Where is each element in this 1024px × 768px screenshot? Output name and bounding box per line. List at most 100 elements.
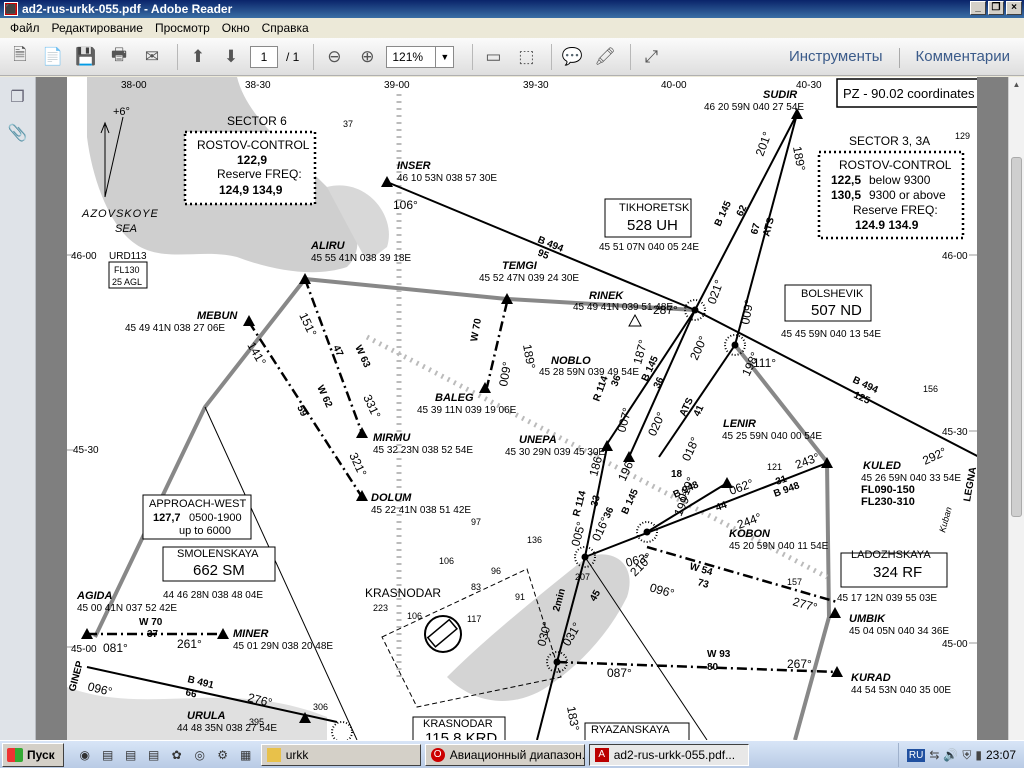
prev-page-button[interactable]: ⬆ bbox=[184, 43, 212, 71]
page-number-input[interactable]: 1 bbox=[250, 45, 278, 68]
comments-link[interactable]: Комментарии bbox=[916, 48, 1010, 68]
full-screen-button[interactable]: ⤢ bbox=[637, 43, 665, 71]
lat-label: 46-00 bbox=[942, 251, 968, 262]
route-label: W 63 bbox=[352, 344, 372, 370]
bearing-label: 018° bbox=[679, 435, 702, 464]
settings-icon[interactable]: ⚙ bbox=[214, 746, 232, 764]
waypoint-name: TEMGI bbox=[502, 260, 538, 272]
tools-link[interactable]: Инструменты bbox=[789, 48, 883, 68]
zoom-in-button[interactable]: ⊕ bbox=[353, 43, 381, 71]
close-button[interactable]: × bbox=[1006, 1, 1022, 15]
lat-label: 46-00 bbox=[71, 251, 97, 262]
pages-panel-button[interactable]: ❐ bbox=[5, 84, 31, 110]
menu-window[interactable]: Окно bbox=[216, 21, 256, 35]
signal-icon[interactable]: ▮ bbox=[975, 748, 982, 762]
maximize-button[interactable]: ❐ bbox=[988, 1, 1004, 15]
vertical-scrollbar[interactable]: ▲ bbox=[1008, 77, 1024, 740]
highlight-button[interactable]: 🖍 bbox=[591, 43, 619, 71]
opera-icon: O bbox=[430, 747, 445, 762]
menu-help[interactable]: Справка bbox=[256, 21, 315, 35]
navigation-pane: ❐ 📎 bbox=[0, 77, 36, 740]
zoom-out-button[interactable]: ⊖ bbox=[320, 43, 348, 71]
route-label: W 70 bbox=[469, 317, 484, 342]
lon-label: 39-30 bbox=[523, 80, 549, 91]
bearing-label: 081° bbox=[103, 641, 128, 655]
next-page-button[interactable]: ⬇ bbox=[217, 43, 245, 71]
comment-button[interactable]: 💬 bbox=[558, 43, 586, 71]
security-icon[interactable]: ⛨ bbox=[962, 748, 971, 763]
bearing-label: 243° bbox=[793, 450, 821, 472]
navaid-name: LADOZHSKAYA bbox=[851, 549, 931, 561]
kuled-level: FL230-310 bbox=[861, 496, 915, 508]
network-tray-icon[interactable]: ⇆ bbox=[929, 748, 939, 762]
waypoint-name: NOBLO bbox=[551, 355, 591, 367]
drive-icon[interactable]: ▤ bbox=[145, 746, 163, 764]
approach-west-hours: 0500-1900 bbox=[189, 512, 242, 524]
drive-icon[interactable]: ▤ bbox=[122, 746, 140, 764]
approach-west-limit: up to 6000 bbox=[179, 525, 231, 537]
sector6-reserve-freqs: 124,9 134,9 bbox=[219, 183, 283, 197]
lon-label: 38-00 bbox=[121, 80, 147, 91]
waypoint-name: MIRMU bbox=[373, 432, 411, 444]
navaid-coords: 45 45 59N 040 13 54E bbox=[781, 329, 881, 340]
network-icon[interactable]: ✿ bbox=[168, 746, 186, 764]
sea-label: SEA bbox=[115, 223, 137, 235]
taskbar-item-pdf[interactable]: A ad2-rus-urkk-055.pdf... bbox=[588, 743, 749, 766]
route-distance: 37 bbox=[147, 629, 159, 640]
language-indicator[interactable]: RU bbox=[906, 748, 926, 762]
waypoint-name: LENIR bbox=[723, 418, 756, 430]
window-title: ad2-rus-urkk-055.pdf - Adobe Reader bbox=[22, 2, 233, 16]
menu-edit[interactable]: Редактирование bbox=[46, 21, 149, 35]
waypoint-coords: 45 22 41N 038 51 42E bbox=[371, 505, 471, 516]
route-distance: 80 bbox=[707, 662, 719, 673]
menu-view[interactable]: Просмотр bbox=[149, 21, 216, 35]
document-area[interactable]: 38-00 38-30 39-00 39-30 40-00 40-30 46-0… bbox=[36, 77, 1008, 740]
waypoint-coords: 44 54 53N 040 35 00E bbox=[851, 685, 951, 696]
taskbar-item-opera[interactable]: O Авиационный диапазон... bbox=[424, 743, 585, 766]
waypoint-name: MINER bbox=[233, 628, 269, 640]
lon-label: 40-30 bbox=[796, 80, 822, 91]
waypoint-name: RINEK bbox=[589, 290, 624, 302]
printer-icon: 🖶 bbox=[110, 45, 128, 64]
fit-page-icon: ▭ bbox=[485, 46, 502, 66]
fit-width-button[interactable]: ⬚ bbox=[512, 43, 540, 71]
lon-label: 39-00 bbox=[384, 80, 410, 91]
navaid-name: BOLSHEVIK bbox=[801, 288, 864, 300]
bearing-label: 331° bbox=[360, 392, 383, 421]
taskbar-item-folder[interactable]: urkk bbox=[260, 743, 421, 766]
spot-height: 136 bbox=[527, 535, 542, 545]
volume-icon[interactable]: 🔊 bbox=[943, 748, 958, 762]
save-button[interactable]: 💾 bbox=[72, 43, 100, 71]
attachments-panel-button[interactable]: 📎 bbox=[5, 120, 31, 146]
print-button[interactable]: 🖶 bbox=[105, 43, 133, 71]
bearing-label: 201° bbox=[753, 130, 775, 158]
drive-icon[interactable]: ▤ bbox=[99, 746, 117, 764]
zoom-input[interactable]: 121% bbox=[386, 45, 437, 68]
sector3-reserve-freqs: 124.9 134.9 bbox=[855, 218, 919, 232]
bearing-label: 007° bbox=[614, 406, 634, 434]
start-button[interactable]: Пуск bbox=[2, 742, 64, 767]
scroll-up-arrow[interactable]: ▲ bbox=[1009, 77, 1024, 93]
spot-height: 37 bbox=[343, 119, 353, 129]
media-icon[interactable]: ◎ bbox=[191, 746, 209, 764]
fit-page-button[interactable]: ▭ bbox=[479, 43, 507, 71]
lon-label: 40-00 bbox=[661, 80, 687, 91]
scroll-thumb[interactable] bbox=[1011, 157, 1022, 517]
notepad-icon[interactable]: ▦ bbox=[237, 746, 255, 764]
sector6-title: SECTOR 6 bbox=[227, 114, 287, 128]
create-pdf-button[interactable]: 🗎 bbox=[6, 43, 34, 71]
email-button[interactable]: ✉ bbox=[138, 43, 166, 71]
river-label: Kuban bbox=[937, 506, 953, 534]
edit-pdf-button[interactable]: 📄 bbox=[39, 43, 67, 71]
lat-label: 45-30 bbox=[942, 427, 968, 438]
lat-label: 45-00 bbox=[71, 644, 97, 655]
navaid-coords: 44 46 28N 038 48 04E bbox=[163, 590, 263, 601]
waypoint-coords: 46 10 53N 038 57 30E bbox=[397, 173, 497, 184]
browser-icon[interactable]: ◉ bbox=[76, 746, 94, 764]
speech-bubble-icon: 💬 bbox=[561, 46, 583, 66]
waypoint-name: AGIDA bbox=[76, 590, 113, 602]
zoom-dropdown-button[interactable]: ▼ bbox=[436, 45, 455, 68]
menu-file[interactable]: Файл bbox=[4, 21, 46, 35]
minimize-button[interactable]: _ bbox=[970, 1, 986, 15]
route-distance: 73 bbox=[696, 577, 710, 591]
